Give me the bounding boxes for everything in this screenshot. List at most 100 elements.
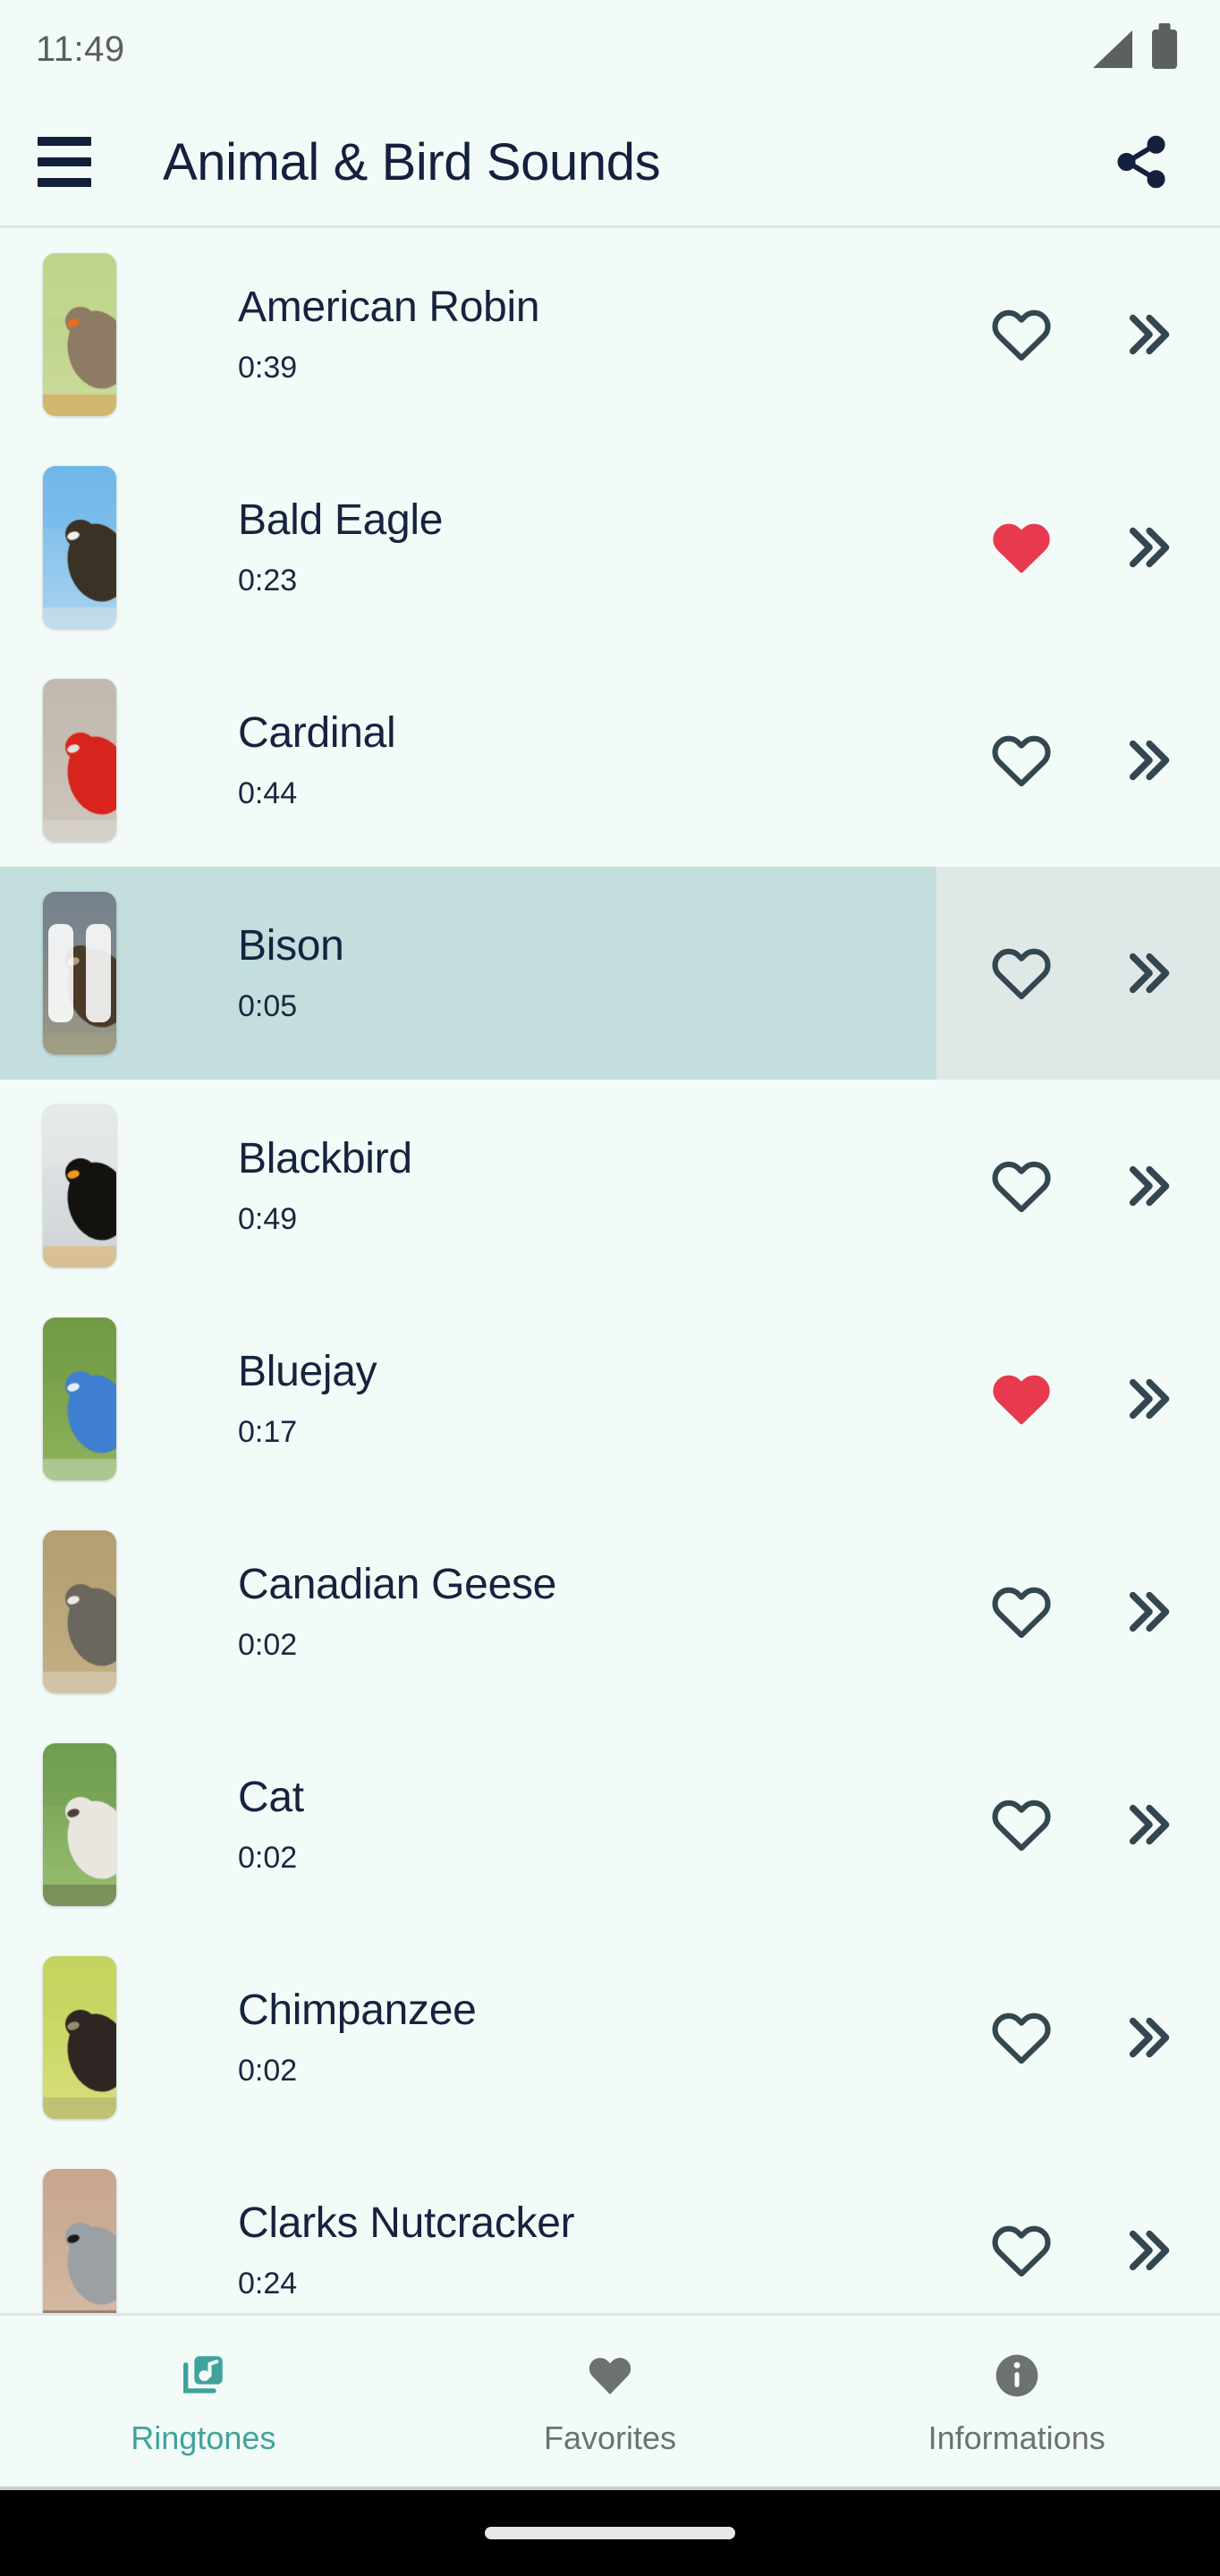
sound-info[interactable]: American Robin 0:39 <box>116 228 936 441</box>
double-chevron-right-icon[interactable] <box>1112 1790 1182 1860</box>
library-music-icon <box>177 2349 229 2402</box>
sound-row[interactable]: Cardinal 0:44 <box>0 654 1220 867</box>
nav-label: Ringtones <box>131 2419 276 2456</box>
double-chevron-right-icon[interactable] <box>1112 2003 1182 2072</box>
sound-name: Blackbird <box>238 1135 412 1182</box>
signal-bars-icon <box>1093 30 1132 68</box>
sound-duration: 0:17 <box>238 1415 298 1449</box>
pause-icon[interactable] <box>43 892 116 1055</box>
sound-info[interactable]: Cat 0:02 <box>116 1718 936 1931</box>
sound-name: Clarks Nutcracker <box>238 2199 575 2247</box>
sound-thumbnail[interactable] <box>43 1318 116 1480</box>
heart-outline-icon[interactable] <box>987 2216 1056 2285</box>
heart-outline-icon[interactable] <box>987 938 1056 1008</box>
sound-info[interactable]: Bald Eagle 0:23 <box>116 441 936 654</box>
page-title: Animal & Bird Sounds <box>163 132 661 191</box>
heart-filled-icon[interactable] <box>987 513 1056 582</box>
sound-thumbnail[interactable] <box>43 253 116 416</box>
double-chevron-right-icon[interactable] <box>1112 513 1182 582</box>
sound-thumbnail[interactable] <box>43 2169 116 2313</box>
sound-row[interactable]: Chimpanzee 0:02 <box>0 1931 1220 2144</box>
thumbnail-container[interactable] <box>0 441 116 654</box>
sound-name: Bald Eagle <box>238 496 444 544</box>
sound-name: Cardinal <box>238 709 396 757</box>
heart-outline-icon[interactable] <box>987 300 1056 369</box>
sound-thumbnail[interactable] <box>43 1743 116 1906</box>
double-chevron-right-icon[interactable] <box>1112 2216 1182 2285</box>
sound-thumbnail[interactable] <box>43 1530 116 1693</box>
status-icons <box>1093 30 1177 69</box>
row-actions <box>936 867 1220 1080</box>
double-chevron-right-icon[interactable] <box>1112 1151 1182 1221</box>
info-circle-icon <box>992 2349 1042 2402</box>
double-chevron-right-icon[interactable] <box>1112 1577 1182 1647</box>
thumbnail-container[interactable] <box>0 867 116 1080</box>
thumbnail-container[interactable] <box>0 228 116 441</box>
sound-duration: 0:02 <box>238 1628 298 1662</box>
thumbnail-container[interactable] <box>0 2144 116 2313</box>
heart-outline-icon[interactable] <box>987 725 1056 795</box>
sound-row[interactable]: American Robin 0:39 <box>0 228 1220 441</box>
heart-outline-icon[interactable] <box>987 1151 1056 1221</box>
thumbnail-container[interactable] <box>0 1718 116 1931</box>
double-chevron-right-icon[interactable] <box>1112 1364 1182 1434</box>
hamburger-menu-icon[interactable] <box>38 134 93 190</box>
sound-row[interactable]: Bluejay 0:17 <box>0 1292 1220 1505</box>
nav-item-favorites[interactable]: Favorites <box>407 2349 814 2454</box>
nav-label: Favorites <box>543 2419 677 2456</box>
sound-duration: 0:39 <box>238 351 298 385</box>
thumbnail-container[interactable] <box>0 1292 116 1505</box>
share-icon[interactable] <box>1106 126 1177 198</box>
nav-item-informations[interactable]: Informations <box>813 2349 1220 2454</box>
row-actions <box>936 654 1220 867</box>
sound-info[interactable]: Bison 0:05 <box>116 867 936 1080</box>
app-root: 11:49 Animal & Bird Sounds American Robi… <box>0 0 1220 2576</box>
sound-info[interactable]: Canadian Geese 0:02 <box>116 1505 936 1718</box>
heart-filled-icon[interactable] <box>987 1364 1056 1434</box>
heart-outline-icon[interactable] <box>987 2003 1056 2072</box>
system-gesture-bar <box>0 2490 1220 2576</box>
double-chevron-right-icon[interactable] <box>1112 300 1182 369</box>
sound-info[interactable]: Cardinal 0:44 <box>116 654 936 867</box>
row-actions <box>936 1931 1220 2144</box>
sound-thumbnail[interactable] <box>43 466 116 629</box>
sound-duration: 0:02 <box>238 2054 298 2088</box>
sound-info[interactable]: Chimpanzee 0:02 <box>116 1931 936 2144</box>
heart-outline-icon[interactable] <box>987 1577 1056 1647</box>
row-actions <box>936 1080 1220 1292</box>
sound-name: Bluejay <box>238 1348 377 1395</box>
sound-thumbnail[interactable] <box>43 1956 116 2119</box>
nav-label: Informations <box>928 2419 1106 2456</box>
thumbnail-container[interactable] <box>0 654 116 867</box>
home-gesture-handle[interactable] <box>485 2527 735 2539</box>
sound-duration: 0:24 <box>238 2267 298 2301</box>
sound-info[interactable]: Bluejay 0:17 <box>116 1292 936 1505</box>
bottom-navigation: Ringtones Favorites Informations <box>0 2316 1220 2490</box>
sound-row[interactable]: Bald Eagle 0:23 <box>0 441 1220 654</box>
sound-row[interactable]: Blackbird 0:49 <box>0 1080 1220 1292</box>
app-bar: Animal & Bird Sounds <box>0 98 1220 228</box>
sound-thumbnail[interactable] <box>43 679 116 842</box>
sound-duration: 0:05 <box>238 989 298 1023</box>
sound-thumbnail[interactable] <box>43 1105 116 1267</box>
sound-duration: 0:44 <box>238 776 298 810</box>
thumbnail-container[interactable] <box>0 1505 116 1718</box>
sound-row[interactable]: Bison 0:05 <box>0 867 1220 1080</box>
sound-row[interactable]: Cat 0:02 <box>0 1718 1220 1931</box>
sound-info[interactable]: Blackbird 0:49 <box>116 1080 936 1292</box>
sound-duration: 0:49 <box>238 1202 298 1236</box>
sound-row[interactable]: Canadian Geese 0:02 <box>0 1505 1220 1718</box>
sound-row[interactable]: Clarks Nutcracker 0:24 <box>0 2144 1220 2313</box>
status-bar: 11:49 <box>0 0 1220 98</box>
thumbnail-container[interactable] <box>0 1080 116 1292</box>
row-actions <box>936 1292 1220 1505</box>
double-chevron-right-icon[interactable] <box>1112 938 1182 1008</box>
sound-name: Cat <box>238 1774 304 1821</box>
nav-item-ringtones[interactable]: Ringtones <box>0 2349 407 2454</box>
sound-list: American Robin 0:39 Bald Eagle 0:23 Cardinal… <box>0 228 1220 2316</box>
double-chevron-right-icon[interactable] <box>1112 725 1182 795</box>
heart-outline-icon[interactable] <box>987 1790 1056 1860</box>
thumbnail-container[interactable] <box>0 1931 116 2144</box>
sound-thumbnail[interactable] <box>43 892 116 1055</box>
sound-info[interactable]: Clarks Nutcracker 0:24 <box>116 2144 936 2313</box>
